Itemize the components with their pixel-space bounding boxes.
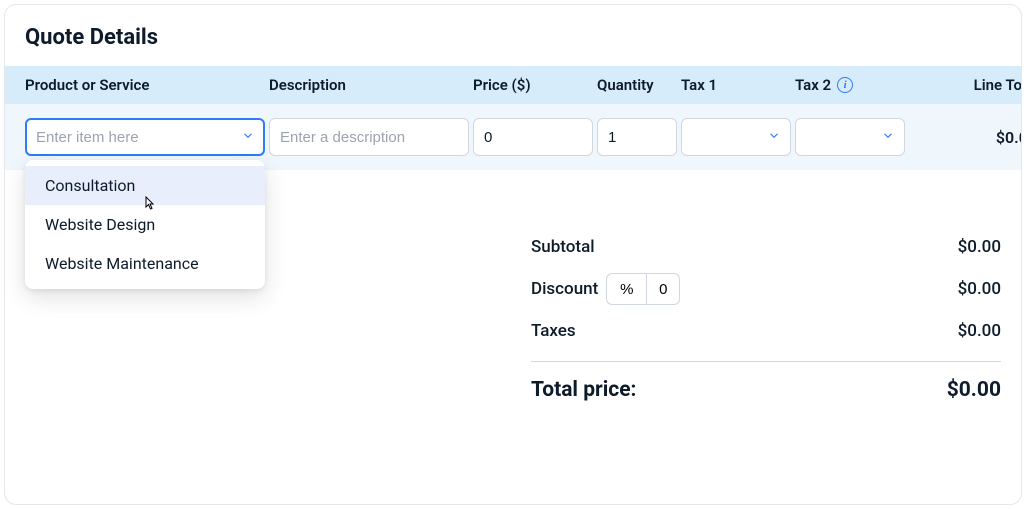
quote-details-card: Quote Details Product or Service Descrip… xyxy=(4,4,1022,505)
description-input[interactable] xyxy=(269,118,469,156)
total-row: Total price: $0.00 xyxy=(531,378,1001,402)
quantity-input[interactable] xyxy=(597,118,677,156)
price-input[interactable] xyxy=(473,118,593,156)
summary-divider xyxy=(531,361,1001,362)
discount-value-input[interactable] xyxy=(646,273,680,305)
subtotal-row: Subtotal $0.00 xyxy=(531,237,1001,257)
page-title: Quote Details xyxy=(5,5,1021,66)
description-wrap xyxy=(269,118,469,156)
product-select-wrap xyxy=(25,118,265,156)
th-tax2: Tax 2 i xyxy=(795,76,905,94)
dropdown-item-website-design[interactable]: Website Design xyxy=(25,205,265,244)
discount-unit-select[interactable]: % xyxy=(606,273,646,305)
th-tax1: Tax 1 xyxy=(681,76,791,94)
taxes-label: Taxes xyxy=(531,321,576,341)
total-label: Total price: xyxy=(531,378,636,402)
discount-row: Discount % $0.00 xyxy=(531,273,1001,305)
product-dropdown: Consultation Website Design Website Main… xyxy=(25,160,265,289)
discount-label: Discount xyxy=(531,279,598,299)
product-input[interactable] xyxy=(25,118,265,156)
total-value: $0.00 xyxy=(947,378,1001,402)
taxes-row: Taxes $0.00 xyxy=(531,321,1001,341)
th-price: Price ($) xyxy=(473,76,593,94)
price-wrap xyxy=(473,118,593,156)
tax1-select[interactable] xyxy=(681,118,791,156)
dropdown-item-consultation[interactable]: Consultation xyxy=(25,166,265,205)
discount-amount: $0.00 xyxy=(958,279,1001,299)
line-total-value: $0.00 xyxy=(909,128,1022,147)
th-product: Product or Service xyxy=(25,76,265,94)
info-icon[interactable]: i xyxy=(837,77,853,93)
table-row: $0.00 Consultation Website Design Websit… xyxy=(5,104,1021,170)
tax1-select-wrap xyxy=(681,118,791,156)
subtotal-label: Subtotal xyxy=(531,237,595,257)
th-line-total: Line Total xyxy=(909,76,1022,94)
quantity-wrap xyxy=(597,118,677,156)
th-description: Description xyxy=(269,76,469,94)
tax2-select-wrap xyxy=(795,118,905,156)
discount-inputs: % xyxy=(606,273,680,305)
dropdown-item-website-maintenance[interactable]: Website Maintenance xyxy=(25,244,265,283)
summary-section: Subtotal $0.00 Discount % $0.00 Taxes $0… xyxy=(531,237,1021,402)
subtotal-value: $0.00 xyxy=(958,237,1001,257)
th-quantity: Quantity xyxy=(597,76,677,94)
taxes-value: $0.00 xyxy=(958,321,1001,341)
tax2-select[interactable] xyxy=(795,118,905,156)
table-header: Product or Service Description Price ($)… xyxy=(5,66,1021,104)
